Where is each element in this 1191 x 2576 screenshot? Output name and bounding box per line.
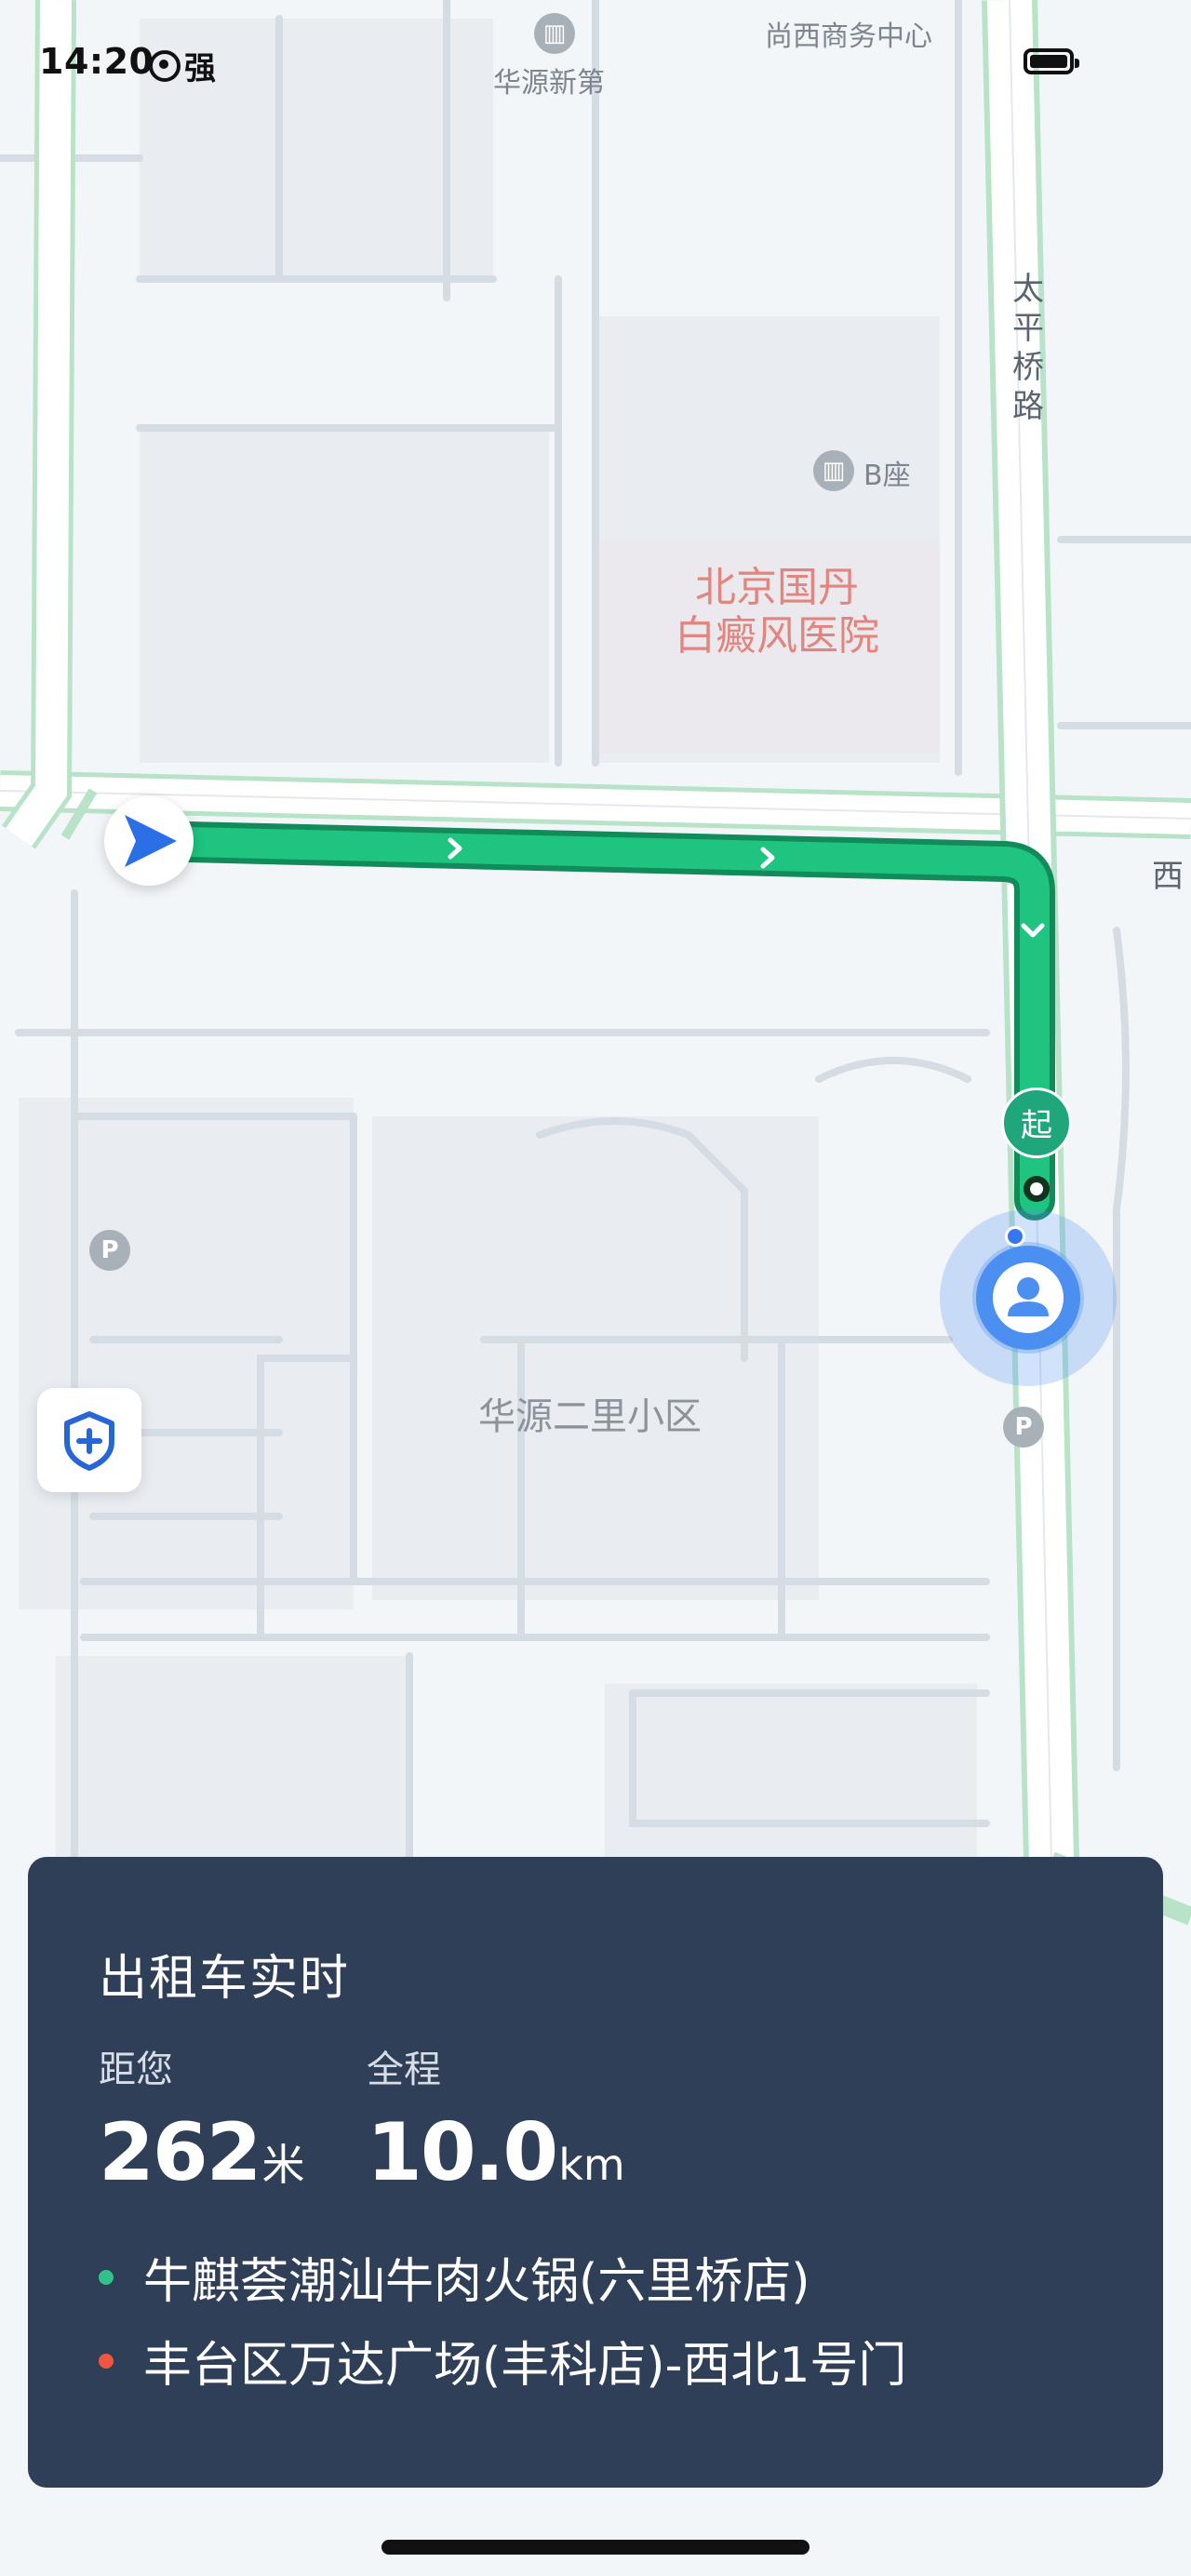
signal-icon xyxy=(149,49,181,82)
building-poi-icon: ▥ xyxy=(813,450,854,491)
card-title: 出租车实时 xyxy=(99,1951,351,2007)
distance-stat: 距您 262米 xyxy=(99,2039,305,2209)
map-label-huayuan-erli: 华源二里小区 xyxy=(478,1395,702,1438)
status-time: 14:20 xyxy=(39,41,154,82)
map-label-taiping-road: 太平桥路 xyxy=(1012,271,1044,425)
building-poi-icon: ▥ xyxy=(534,13,575,54)
taxi-location-dot xyxy=(1005,1226,1025,1247)
map-label-road-edge: 西 xyxy=(1152,858,1184,895)
distance-label: 距您 xyxy=(99,2049,173,2091)
map-label-huayuan-xindi: 华源新第 xyxy=(493,67,605,100)
map-label-b-building: B座 xyxy=(863,460,911,492)
navigation-arrow-icon xyxy=(104,796,194,886)
network-strength: 强 xyxy=(184,50,216,87)
shield-icon xyxy=(64,1411,114,1471)
map-label-shangxi-center: 尚西商务中心 xyxy=(765,20,932,53)
safety-shield-button[interactable] xyxy=(37,1388,141,1492)
start-marker[interactable]: 起 xyxy=(1001,1088,1072,1158)
destination-row: 丰台区万达广场(丰科店)-西北1号门 xyxy=(99,2326,906,2396)
total-unit: km xyxy=(558,2140,625,2190)
taxi-info-card[interactable]: 出租车实时 距您 262米 全程 10.0km 牛麒荟潮汕牛肉火锅(六里桥店) … xyxy=(28,1857,1163,2488)
total-label: 全程 xyxy=(367,2049,441,2091)
destination-text: 丰台区万达广场(丰科店)-西北1号门 xyxy=(143,2338,907,2394)
battery-icon xyxy=(1024,48,1079,74)
map-label-hospital: 北京国丹 白癜风医院 xyxy=(675,564,879,660)
distance-unit: 米 xyxy=(261,2140,305,2190)
parking-icon: P xyxy=(1003,1407,1044,1448)
network-indicator: 强 xyxy=(149,43,216,88)
origin-row: 牛麒荟潮汕牛肉火锅(六里桥店) xyxy=(99,2242,810,2312)
origin-text: 牛麒荟潮汕牛肉火锅(六里桥店) xyxy=(143,2254,810,2310)
distance-value: 262米 xyxy=(99,2106,305,2199)
parking-icon: P xyxy=(89,1230,130,1271)
destination-dot-icon xyxy=(99,2353,114,2369)
total-stat: 全程 10.0km xyxy=(367,2039,625,2209)
user-location-avatar-icon[interactable] xyxy=(976,1246,1080,1350)
origin-dot-icon xyxy=(99,2269,114,2285)
home-indicator[interactable] xyxy=(381,2540,810,2555)
total-value: 10.0km xyxy=(367,2106,625,2199)
